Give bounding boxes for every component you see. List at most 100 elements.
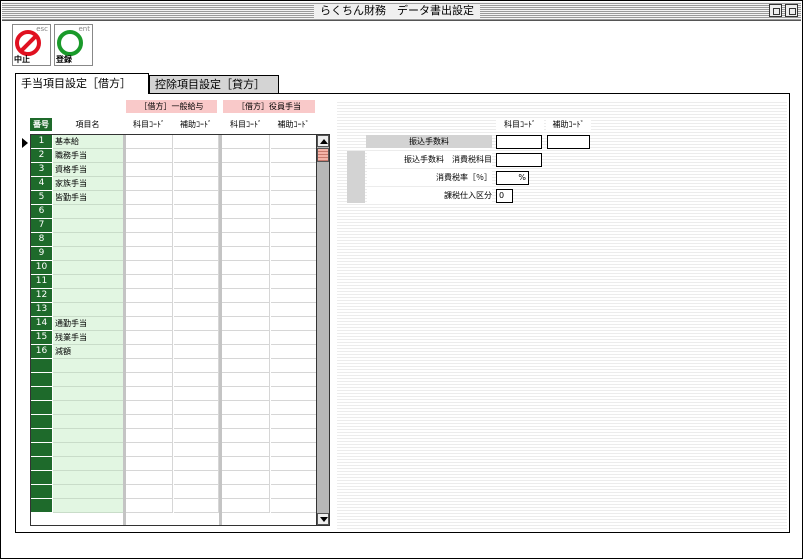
row-item-name[interactable] (53, 303, 123, 317)
sub-code-cell[interactable] (271, 401, 316, 415)
account-code-cell[interactable] (126, 359, 173, 373)
row-item-name[interactable]: 減額 (53, 345, 123, 359)
account-code-cell[interactable] (222, 359, 270, 373)
row-item-name[interactable] (53, 275, 123, 289)
account-code-cell[interactable] (126, 345, 173, 359)
account-code-cell[interactable] (222, 163, 270, 177)
sub-code-cell[interactable] (271, 499, 316, 513)
table-row[interactable]: 8 (31, 233, 316, 247)
table-row[interactable]: 10 (31, 261, 316, 275)
account-code-cell[interactable] (222, 345, 270, 359)
sub-code-cell[interactable] (271, 331, 316, 345)
account-code-cell[interactable] (126, 429, 173, 443)
sub-code-cell[interactable] (174, 205, 219, 219)
account-code-cell[interactable] (126, 303, 173, 317)
account-code-cell[interactable] (222, 289, 270, 303)
sub-code-cell[interactable] (174, 457, 219, 471)
row-item-name[interactable] (53, 443, 123, 457)
row-item-name[interactable] (53, 205, 123, 219)
sub-code-cell[interactable] (271, 247, 316, 261)
sub-code-cell[interactable] (174, 233, 219, 247)
row-item-name[interactable] (53, 247, 123, 261)
sub-code-cell[interactable] (271, 303, 316, 317)
account-code-cell[interactable] (222, 275, 270, 289)
account-code-cell[interactable] (222, 177, 270, 191)
account-code-cell[interactable] (126, 443, 173, 457)
sub-code-cell[interactable] (174, 499, 219, 513)
transfer-fee-account-code-input[interactable] (496, 135, 542, 149)
table-row[interactable] (31, 387, 316, 401)
sub-code-cell[interactable] (271, 457, 316, 471)
table-row[interactable] (31, 499, 316, 513)
account-code-cell[interactable] (126, 233, 173, 247)
account-code-cell[interactable] (222, 471, 270, 485)
sub-code-cell[interactable] (174, 219, 219, 233)
sub-code-cell[interactable] (174, 415, 219, 429)
table-row[interactable]: 16 減額 (31, 345, 316, 359)
row-item-name[interactable] (53, 429, 123, 443)
account-code-cell[interactable] (126, 317, 173, 331)
sub-code-cell[interactable] (174, 429, 219, 443)
account-code-cell[interactable] (126, 219, 173, 233)
account-code-cell[interactable] (222, 317, 270, 331)
table-row[interactable]: 3 資格手当 (31, 163, 316, 177)
scroll-up-arrow-icon[interactable] (317, 135, 329, 147)
sub-code-cell[interactable] (174, 443, 219, 457)
row-item-name[interactable] (53, 261, 123, 275)
sub-code-cell[interactable] (271, 345, 316, 359)
sub-code-cell[interactable] (271, 359, 316, 373)
collapse-button[interactable] (769, 4, 782, 17)
sub-code-cell[interactable] (271, 485, 316, 499)
title-bar[interactable]: らくちん財務 データ書出設定 (2, 2, 801, 21)
account-code-cell[interactable] (126, 149, 173, 163)
account-code-cell[interactable] (222, 233, 270, 247)
account-code-cell[interactable] (222, 261, 270, 275)
row-item-name[interactable]: 基本給 (53, 135, 123, 149)
sub-code-cell[interactable] (174, 345, 219, 359)
table-row[interactable]: 1 基本給 (31, 135, 316, 149)
table-row[interactable] (31, 485, 316, 499)
table-row[interactable] (31, 443, 316, 457)
table-row[interactable] (31, 457, 316, 471)
account-code-cell[interactable] (222, 457, 270, 471)
sub-code-cell[interactable] (271, 317, 316, 331)
account-code-cell[interactable] (126, 485, 173, 499)
sub-code-cell[interactable] (174, 401, 219, 415)
row-item-name[interactable]: 家族手当 (53, 177, 123, 191)
sub-code-cell[interactable] (271, 261, 316, 275)
sub-code-cell[interactable] (271, 135, 316, 149)
cancel-button[interactable]: esc 中止 (12, 24, 51, 66)
row-item-name[interactable] (53, 373, 123, 387)
account-code-cell[interactable] (222, 415, 270, 429)
row-item-name[interactable]: 残業手当 (53, 331, 123, 345)
account-code-cell[interactable] (126, 247, 173, 261)
row-item-name[interactable] (53, 387, 123, 401)
account-code-cell[interactable] (222, 191, 270, 205)
account-code-cell[interactable] (126, 401, 173, 415)
sub-code-cell[interactable] (271, 415, 316, 429)
row-item-name[interactable] (53, 219, 123, 233)
sub-code-cell[interactable] (271, 387, 316, 401)
row-item-name[interactable]: 資格手当 (53, 163, 123, 177)
row-item-name[interactable]: 通勤手当 (53, 317, 123, 331)
account-code-cell[interactable] (126, 415, 173, 429)
row-item-name[interactable] (53, 401, 123, 415)
sub-code-cell[interactable] (174, 163, 219, 177)
row-item-name[interactable]: 皆勤手当 (53, 191, 123, 205)
sub-code-cell[interactable] (271, 373, 316, 387)
table-row[interactable] (31, 471, 316, 485)
account-code-cell[interactable] (126, 135, 173, 149)
scroll-thumb[interactable] (317, 148, 329, 162)
account-code-cell[interactable] (126, 163, 173, 177)
sub-code-cell[interactable] (271, 219, 316, 233)
scroll-down-arrow-icon[interactable] (317, 513, 329, 525)
account-code-cell[interactable] (222, 401, 270, 415)
sub-code-cell[interactable] (174, 359, 219, 373)
row-item-name[interactable] (53, 359, 123, 373)
sub-code-cell[interactable] (174, 247, 219, 261)
account-code-cell[interactable] (222, 149, 270, 163)
tax-category-input[interactable]: 0 (496, 189, 513, 203)
sub-code-cell[interactable] (174, 275, 219, 289)
zoom-button[interactable] (785, 4, 798, 17)
row-item-name[interactable] (53, 471, 123, 485)
